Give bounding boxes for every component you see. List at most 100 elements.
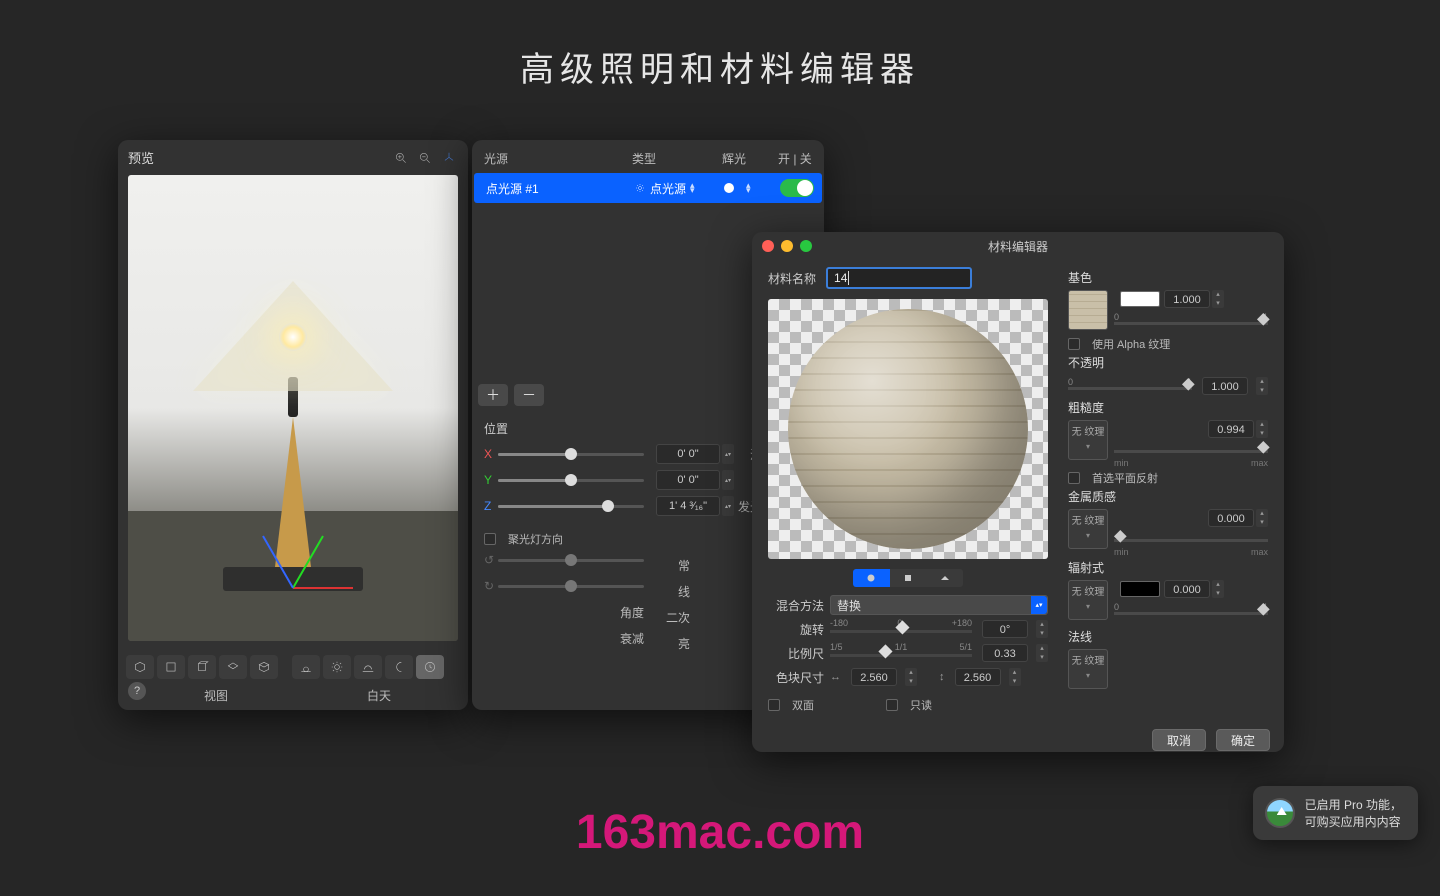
atten-label: 衰减: [484, 630, 644, 647]
roughness-title: 粗糙度: [1068, 399, 1268, 416]
view-top-icon[interactable]: [219, 655, 247, 679]
col-onoff: 开 | 关: [778, 150, 812, 167]
view-front-icon[interactable]: [157, 655, 185, 679]
position-x-slider[interactable]: [498, 446, 644, 462]
light-glow-radio[interactable]: ▴▾: [724, 183, 780, 193]
roughness-value[interactable]: 0.994: [1208, 420, 1254, 438]
tile-w-value[interactable]: 2.560: [851, 668, 897, 686]
pos-x-value[interactable]: 0' 0": [656, 444, 720, 464]
view-label: 视图: [130, 687, 302, 704]
base-stepper[interactable]: ▴▾: [1212, 290, 1224, 308]
base-texture-swatch[interactable]: [1068, 290, 1108, 330]
metallic-texture-swatch[interactable]: 无 纹理: [1068, 509, 1108, 549]
normal-title: 法线: [1068, 628, 1268, 645]
time-sunset-icon[interactable]: [354, 655, 382, 679]
metallic-group: 金属质感 无 纹理 0.000 ▴▾ min max: [1068, 488, 1268, 549]
gizmo-icon[interactable]: [440, 149, 458, 167]
alpha-texture-label: 使用 Alpha 纹理: [1092, 336, 1170, 352]
rotate-slider[interactable]: -1800+180: [830, 618, 972, 640]
tile-w-stepper[interactable]: ▴▾: [905, 668, 917, 686]
rotate-value[interactable]: 0°: [982, 620, 1028, 638]
pos-x-stepper[interactable]: ▴▾: [722, 444, 734, 464]
base-value[interactable]: 1.000: [1164, 290, 1210, 308]
tile-h-value[interactable]: 2.560: [955, 668, 1001, 686]
scale-slider[interactable]: 1/51/15/1: [830, 642, 972, 664]
scale-value[interactable]: 0.33: [982, 644, 1028, 662]
view-perspective-icon[interactable]: [126, 655, 154, 679]
falloff-linear-label: 线: [650, 583, 690, 600]
light-enable-toggle[interactable]: [780, 179, 814, 197]
lamp-stand: [275, 417, 311, 567]
roughness-stepper[interactable]: ▴▾: [1256, 420, 1268, 438]
zoom-window-icon[interactable]: [800, 240, 812, 252]
preview-mode-segmented[interactable]: [853, 569, 963, 587]
zoom-out-icon[interactable]: [416, 149, 434, 167]
view-iso-icon[interactable]: [250, 655, 278, 679]
pos-z-value[interactable]: 1' 4 ³⁄₁₆": [656, 496, 720, 516]
opacity-value[interactable]: 1.000: [1202, 377, 1248, 395]
emissive-value[interactable]: 0.000: [1164, 580, 1210, 598]
light-row[interactable]: 点光源 #1 点光源 ▴▾ ▴▾: [474, 173, 822, 203]
pos-y-value[interactable]: 0' 0": [656, 470, 720, 490]
opacity-stepper[interactable]: ▴▾: [1256, 377, 1268, 395]
view-side-icon[interactable]: [188, 655, 216, 679]
roughness-texture-swatch[interactable]: 无 纹理: [1068, 420, 1108, 460]
normal-group: 法线 无 纹理: [1068, 628, 1268, 689]
base-slider[interactable]: 0 1: [1114, 312, 1268, 332]
emissive-stepper[interactable]: ▴▾: [1212, 580, 1224, 598]
blend-select[interactable]: 替换▴▾: [830, 595, 1048, 615]
page-title: 高级照明和材料编辑器: [0, 42, 1440, 91]
preview-viewport[interactable]: [128, 175, 458, 641]
tile-h-stepper[interactable]: ▴▾: [1009, 668, 1021, 686]
preview-mode-plane-icon[interactable]: [926, 569, 963, 587]
preview-mode-sphere-icon[interactable]: [853, 569, 890, 587]
alpha-texture-checkbox[interactable]: [1068, 338, 1080, 350]
position-y-slider[interactable]: [498, 472, 644, 488]
pos-z-stepper[interactable]: ▴▾: [722, 496, 734, 516]
watermark-text: 163mac.com: [576, 805, 864, 860]
time-day-icon[interactable]: [323, 655, 351, 679]
metallic-stepper[interactable]: ▴▾: [1256, 509, 1268, 527]
opacity-slider[interactable]: 0 1: [1068, 377, 1192, 397]
zoom-in-icon[interactable]: [392, 149, 410, 167]
add-light-button[interactable]: ＋: [478, 384, 508, 406]
material-window-title: 材料编辑器: [752, 232, 1284, 261]
rotate-stepper[interactable]: ▴▾: [1036, 620, 1048, 638]
emissive-texture-swatch[interactable]: 无 纹理: [1068, 580, 1108, 620]
angle-label: 角度: [484, 604, 644, 621]
col-source: 光源: [484, 150, 632, 167]
tile-label: 色块尺寸: [768, 669, 824, 686]
time-sunrise-icon[interactable]: [292, 655, 320, 679]
spot-direction-label: 聚光灯方向: [508, 531, 563, 547]
readonly-checkbox[interactable]: [886, 699, 898, 711]
pro-badge[interactable]: 已启用 Pro 功能， 可购买应用内内容: [1253, 786, 1418, 840]
remove-light-button[interactable]: －: [514, 384, 544, 406]
normal-texture-swatch[interactable]: 无 纹理: [1068, 649, 1108, 689]
minimize-window-icon[interactable]: [781, 240, 793, 252]
help-button[interactable]: ?: [128, 682, 146, 700]
roughness-slider[interactable]: min max: [1114, 440, 1268, 460]
spot-direction-checkbox[interactable]: [484, 533, 496, 545]
emissive-title: 辐射式: [1068, 559, 1268, 576]
emissive-color-chip[interactable]: [1120, 581, 1160, 597]
base-color-chip[interactable]: [1120, 291, 1160, 307]
material-cancel-button[interactable]: 取消: [1152, 729, 1206, 751]
material-ok-button[interactable]: 确定: [1216, 729, 1270, 751]
emissive-slider[interactable]: 0 1: [1114, 602, 1268, 622]
close-window-icon[interactable]: [762, 240, 774, 252]
time-night-icon[interactable]: [385, 655, 413, 679]
material-name-input[interactable]: 14: [826, 267, 972, 289]
scale-stepper[interactable]: ▴▾: [1036, 644, 1048, 662]
falloff-constant-label: 常: [650, 557, 690, 574]
planar-refl-checkbox[interactable]: [1068, 472, 1080, 484]
position-z-slider[interactable]: [498, 498, 644, 514]
pos-y-stepper[interactable]: ▴▾: [722, 470, 734, 490]
metallic-value[interactable]: 0.000: [1208, 509, 1254, 527]
col-type: 类型: [632, 150, 722, 167]
light-type-select[interactable]: 点光源 ▴▾: [634, 180, 724, 197]
metallic-slider[interactable]: min max: [1114, 529, 1268, 549]
planar-refl-label: 首选平面反射: [1092, 470, 1158, 486]
time-clock-icon[interactable]: [416, 655, 444, 679]
preview-mode-cube-icon[interactable]: [890, 569, 927, 587]
double-sided-checkbox[interactable]: [768, 699, 780, 711]
